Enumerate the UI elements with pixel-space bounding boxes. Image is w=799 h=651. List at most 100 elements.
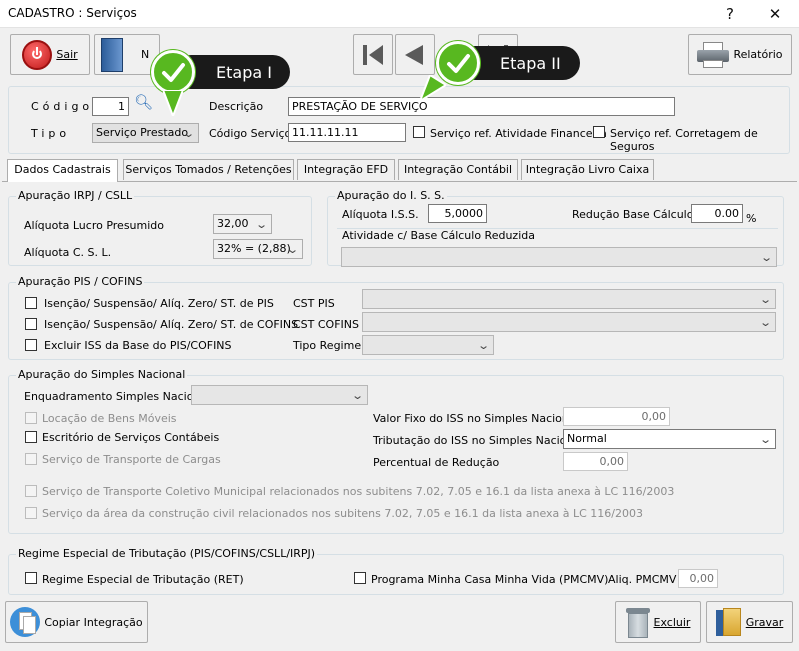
isencao-pis-checkbox[interactable]	[25, 297, 37, 309]
cst-pis-label: CST PIS	[293, 297, 335, 310]
transporte-coletivo-label: Serviço de Transporte Coletivo Municipal…	[42, 485, 675, 498]
chevron-down-icon: ⌄	[476, 339, 490, 352]
construcao-civil-checkbox[interactable]	[25, 507, 37, 519]
close-button[interactable]: ✕	[755, 0, 795, 28]
etapa1-marker	[151, 50, 195, 116]
ref-financeira-checkbox[interactable]	[413, 126, 425, 138]
reducao-base-label: Redução Base Cálculo	[572, 208, 694, 221]
sair-button[interactable]: Sair	[10, 34, 90, 75]
gravar-label: Gravar	[745, 615, 784, 629]
atividade-reduzida-label: Atividade c/ Base Cálculo Reduzida	[340, 229, 537, 242]
escritorio-contabil-label: Escritório de Serviços Contábeis	[42, 431, 220, 444]
relatorio-label: Relatório	[733, 48, 783, 61]
sair-label: Sair	[56, 48, 78, 61]
transporte-cargas-checkbox[interactable]	[25, 453, 37, 465]
novo-label: N	[141, 48, 150, 61]
title-bar: CADASTRO : Serviços ? ✕	[0, 0, 799, 28]
check-icon	[151, 50, 195, 94]
etapa2-marker	[420, 41, 480, 101]
tab-integracao-efd[interactable]: Integração EFD	[297, 159, 395, 180]
escritorio-contabil-checkbox[interactable]	[25, 431, 37, 443]
enquadramento-label: Enquadramento Simples Nacional	[24, 390, 211, 403]
locacao-checkbox[interactable]	[25, 412, 37, 424]
aliquota-iss-label: Alíquota I.S.S.	[342, 208, 419, 221]
aliq-pmcmv-input[interactable]: 0,00	[678, 569, 718, 588]
construcao-civil-label: Serviço da área da construção civil rela…	[42, 507, 643, 520]
tab-integracao-livro-caixa[interactable]: Integração Livro Caixa	[521, 159, 654, 180]
isencao-cofins-label: Isenção/ Suspensão/ Alíq. Zero/ ST. de C…	[44, 318, 299, 331]
excluir-button[interactable]: Excluir	[615, 601, 701, 643]
cst-pis-select[interactable]: ⌄	[362, 289, 776, 309]
aliquota-iss-input[interactable]: 5,0000	[428, 204, 487, 223]
gravar-button[interactable]: Gravar	[706, 601, 793, 643]
excluir-iss-checkbox[interactable]	[25, 339, 37, 351]
ref-financeira-label: Serviço ref. Atividade Financeira	[430, 127, 607, 140]
csl-select[interactable]: 32% = (2,88) ⌄	[213, 239, 303, 259]
pmcmv-label: Programa Minha Casa Minha Vida (PMCMV)	[371, 573, 609, 586]
first-record-icon	[363, 44, 383, 65]
percent-unit: %	[746, 212, 757, 225]
valor-fixo-input[interactable]: 0,00	[563, 407, 670, 426]
ref-seguros-label: Serviço ref. Corretagem de Seguros	[610, 127, 758, 153]
descricao-input[interactable]: PRESTAÇÃO DE SERVIÇO	[288, 97, 675, 116]
tipo-regime-label: Tipo Regime	[293, 339, 362, 352]
help-button[interactable]: ?	[710, 0, 750, 28]
tributacao-iss-value: Normal	[567, 432, 607, 445]
trash-icon	[625, 606, 650, 638]
reducao-base-input[interactable]: 0.00	[691, 204, 743, 223]
power-icon	[22, 39, 53, 70]
isencao-pis-label: Isenção/ Suspensão/ Alíq. Zero/ ST. de P…	[44, 297, 274, 310]
aliq-pmcmv-label: Aliq. PMCMV	[608, 573, 677, 586]
descricao-label: Descrição	[209, 100, 264, 113]
pmcmv-checkbox[interactable]	[354, 572, 366, 584]
chevron-down-icon: ⌄	[758, 433, 772, 446]
search-icon[interactable]: 🔍︎	[134, 93, 153, 111]
ref-seguros-checkbox[interactable]	[593, 126, 605, 138]
relatorio-button[interactable]: Relatório	[688, 34, 792, 75]
tributacao-iss-select[interactable]: Normal ⌄	[563, 429, 776, 449]
previous-record-button[interactable]	[395, 34, 435, 75]
atividade-reduzida-select[interactable]: ⌄	[341, 247, 777, 267]
printer-icon	[697, 41, 730, 68]
chevron-down-icon: ⌄	[285, 243, 299, 256]
tipo-select[interactable]: Serviço Prestado ⌄	[92, 123, 199, 143]
enquadramento-select[interactable]: ⌄	[191, 385, 368, 405]
percentual-reducao-input[interactable]: 0,00	[563, 452, 628, 471]
cst-cofins-label: CST COFINS	[293, 318, 359, 331]
ret-label: Regime Especial de Tributação (RET)	[42, 573, 244, 586]
chevron-down-icon: ⌄	[254, 218, 268, 231]
codigo-label: Código	[31, 100, 94, 113]
chevron-down-icon: ⌄	[758, 316, 772, 329]
transporte-coletivo-checkbox[interactable]	[25, 485, 37, 497]
cst-cofins-select[interactable]: ⌄	[362, 312, 776, 332]
chevron-down-icon: ⌄	[758, 293, 772, 306]
lucro-presumido-select[interactable]: 32,00 ⌄	[213, 214, 272, 234]
tab-integracao-contabil[interactable]: Integração Contábil	[398, 159, 518, 180]
tributacao-iss-label: Tributação do ISS no Simples Nacional	[373, 434, 584, 447]
tab-servicos-tomados[interactable]: Serviços Tomados / Retenções	[123, 159, 294, 180]
chevron-down-icon: ⌄	[759, 251, 773, 264]
locacao-label: Locação de Bens Móveis	[42, 412, 177, 425]
first-record-button[interactable]	[353, 34, 393, 75]
csl-value: 32% = (2,88)	[217, 242, 291, 255]
lucro-presumido-label: Alíquota Lucro Presumido	[24, 219, 165, 232]
previous-record-icon	[405, 44, 423, 65]
isencao-cofins-checkbox[interactable]	[25, 318, 37, 330]
codigo-servico-input[interactable]: 11.11.11.11	[288, 123, 406, 142]
transporte-cargas-label: Serviço de Transporte de Cargas	[42, 453, 221, 466]
window-title: CADASTRO : Serviços	[8, 6, 137, 20]
etapa1-label: Etapa I	[216, 62, 272, 82]
tab-dados-cadastrais[interactable]: Dados Cadastrais	[7, 159, 118, 182]
pis-cofins-title: Apuração PIS / COFINS	[16, 275, 145, 288]
valor-fixo-label: Valor Fixo do ISS no Simples Nacional	[373, 412, 579, 425]
copiar-integracao-button[interactable]: Copiar Integração	[5, 601, 148, 643]
codigo-servico-label: Código Serviço	[209, 127, 292, 140]
tipo-regime-select[interactable]: ⌄	[362, 335, 494, 355]
excluir-iss-label: Excluir ISS da Base do PIS/COFINS	[44, 339, 232, 352]
ret-checkbox[interactable]	[25, 572, 37, 584]
tipo-label: Tipo	[31, 127, 71, 140]
copiar-integracao-label: Copiar Integração	[44, 615, 143, 629]
chevron-down-icon: ⌄	[350, 389, 364, 402]
codigo-input[interactable]: 1	[92, 97, 129, 116]
copy-document-icon	[10, 607, 41, 637]
